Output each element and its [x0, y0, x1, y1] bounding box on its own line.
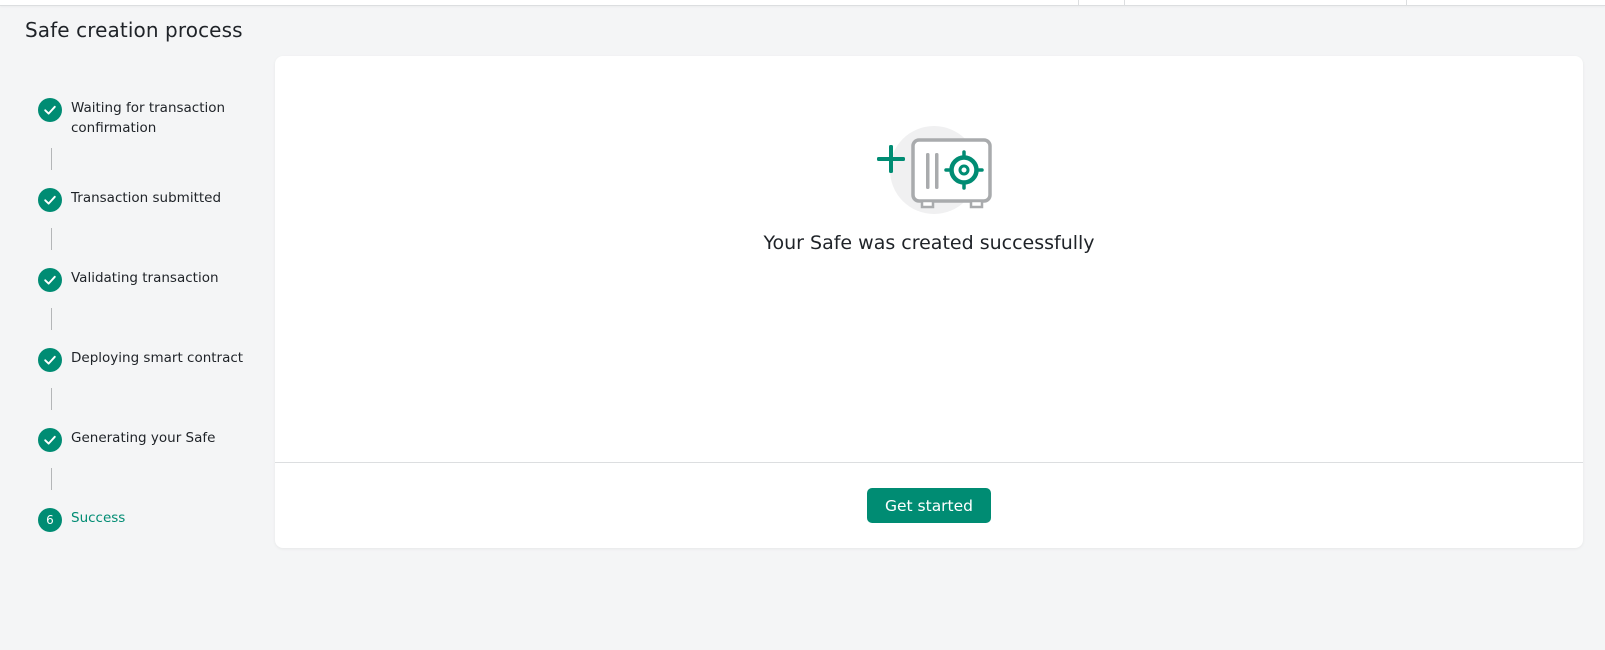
step-connector: [51, 468, 52, 490]
step-connector: [51, 148, 52, 170]
step-validating-transaction: Validating transaction: [38, 268, 251, 292]
check-icon: [38, 348, 62, 372]
header-divider: [1406, 0, 1407, 6]
step-label: Generating your Safe: [71, 430, 216, 446]
step-connector: [51, 228, 52, 250]
check-icon: [38, 268, 62, 292]
step-number-badge: 6: [38, 508, 62, 532]
step-connector: [51, 308, 52, 330]
get-started-button[interactable]: Get started: [867, 488, 991, 523]
success-message: Your Safe was created successfully: [763, 232, 1095, 254]
check-icon: [38, 428, 62, 452]
safe-plus-icon: [870, 124, 1000, 224]
step-waiting-confirmation: Waiting for transaction confirmation: [38, 98, 251, 138]
step-label: Waiting for transaction confirmation: [71, 100, 226, 136]
step-connector: [51, 388, 52, 410]
header-divider: [1124, 0, 1125, 6]
card-divider: [275, 462, 1583, 463]
check-icon: [38, 188, 62, 212]
page-title: Safe creation process: [25, 18, 243, 42]
step-deploying-contract: Deploying smart contract: [38, 348, 251, 372]
step-generating-safe: Generating your Safe: [38, 428, 251, 452]
step-label: Transaction submitted: [71, 190, 222, 206]
step-success: 6 Success: [38, 508, 251, 532]
top-header-bar: [0, 0, 1605, 6]
success-card: Your Safe was created successfully Get s…: [275, 56, 1583, 548]
step-label: Deploying smart contract: [71, 350, 244, 366]
step-label: Validating transaction: [71, 270, 219, 286]
step-label: Success: [71, 510, 126, 526]
step-transaction-submitted: Transaction submitted: [38, 188, 251, 212]
check-icon: [38, 98, 62, 122]
header-divider: [1078, 0, 1079, 6]
